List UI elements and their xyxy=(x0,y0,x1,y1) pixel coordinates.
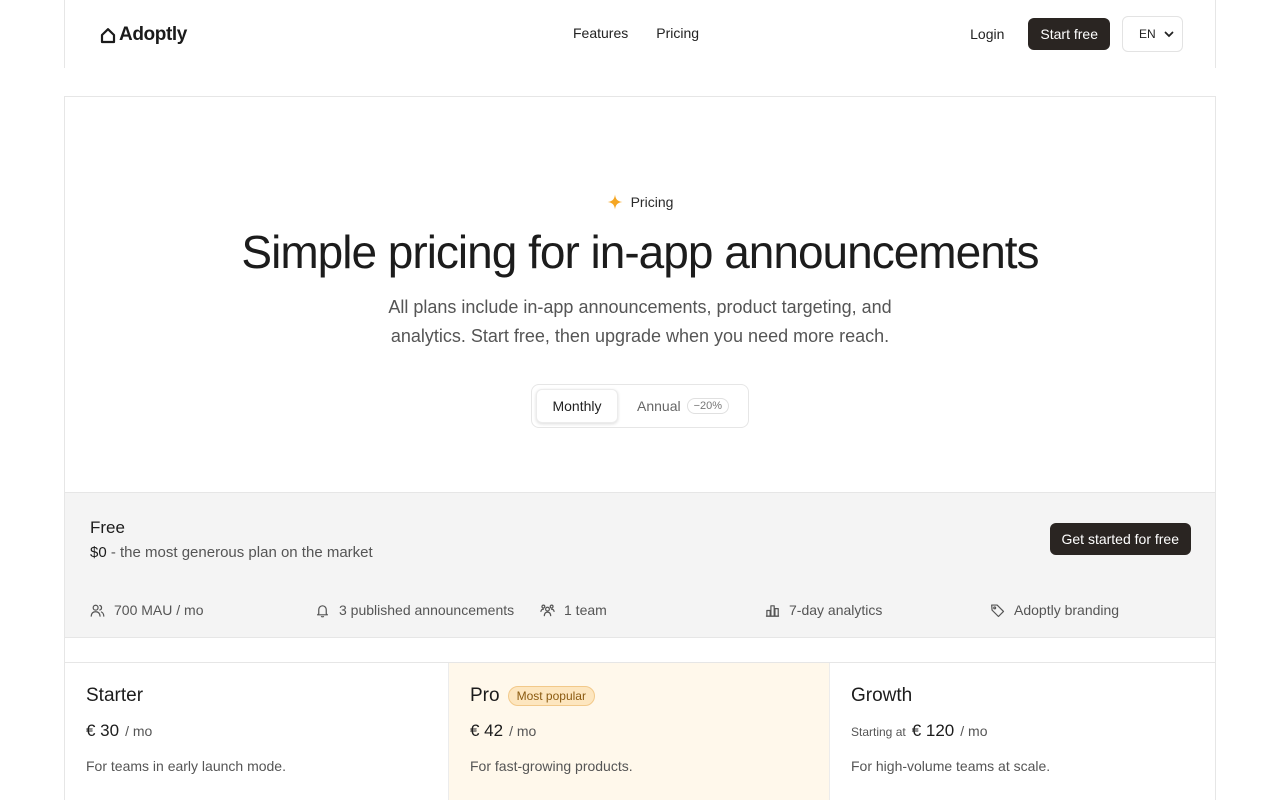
logo[interactable]: Adoptly xyxy=(100,24,187,46)
plan-description: For fast-growing products. xyxy=(470,758,633,774)
logo-text: Adoptly xyxy=(119,24,187,45)
bar-chart-icon xyxy=(765,604,780,617)
page-subtitle: All plans include in-app announcements, … xyxy=(388,297,892,346)
billing-annual-option[interactable]: Annual −20% xyxy=(637,389,730,423)
feature-item: 700 MAU / mo xyxy=(90,602,315,618)
free-plan-price: $0 xyxy=(90,544,107,561)
plan-price-amount: € 30 xyxy=(86,721,120,740)
plan-name: Starter xyxy=(86,685,143,707)
team-icon xyxy=(540,604,555,616)
discount-badge: −20% xyxy=(686,398,730,414)
billing-toggle: Monthly Annual −20% xyxy=(531,384,749,428)
nav-link-features[interactable]: Features xyxy=(573,25,628,41)
plan-description: For high-volume teams at scale. xyxy=(851,758,1051,774)
tag-icon xyxy=(991,603,1005,617)
eyebrow: Pricing xyxy=(65,194,1215,210)
page-title: Simple pricing for in-app announcements xyxy=(241,226,1039,278)
start-free-button[interactable]: Start free xyxy=(1028,18,1110,50)
feature-item: 1 team xyxy=(540,602,765,618)
nav-actions: Login Start free EN xyxy=(970,16,1183,52)
users-icon xyxy=(90,604,105,617)
pricing-panel: Pricing Simple pricing for in-app announ… xyxy=(64,96,1216,800)
feature-text: 7-day analytics xyxy=(789,602,883,618)
get-started-free-button[interactable]: Get started for free xyxy=(1049,523,1191,555)
plan-name-text: Pro xyxy=(470,685,500,706)
nav-link-pricing[interactable]: Pricing xyxy=(656,25,699,41)
plan-price-amount: € 42 xyxy=(470,721,504,740)
free-plan-features: 700 MAU / mo 3 published announcements 1… xyxy=(90,602,1215,618)
feature-text: 700 MAU / mo xyxy=(114,602,204,618)
nav-links: Features Pricing xyxy=(573,25,699,41)
plan-name-text: Starter xyxy=(86,685,144,706)
chevron-down-icon xyxy=(1164,31,1174,38)
plan-price-period: / mo xyxy=(960,723,988,739)
plan-price: € 42 / mo xyxy=(470,721,536,741)
top-nav: Adoptly Features Pricing Login Start fre… xyxy=(64,0,1216,68)
language-value: EN xyxy=(1139,27,1156,41)
plan-name-text: Growth xyxy=(851,685,913,706)
plan-price-period: / mo xyxy=(509,723,537,739)
bell-icon xyxy=(317,604,328,617)
feature-text: 1 team xyxy=(564,602,607,618)
language-select[interactable]: EN xyxy=(1122,16,1183,52)
plan-price-period: / mo xyxy=(125,723,153,739)
feature-item: 7-day analytics xyxy=(765,602,990,618)
free-plan-tagline: - the most generous plan on the market xyxy=(106,544,373,561)
billing-annual-label: Annual xyxy=(637,398,681,414)
most-popular-badge: Most popular xyxy=(507,686,595,706)
plan-card-pro: Pro Most popular € 42 / mo For fast-grow… xyxy=(448,663,830,800)
billing-monthly-option[interactable]: Monthly xyxy=(536,389,618,423)
plan-price-prefix: Starting at xyxy=(851,725,906,739)
login-link[interactable]: Login xyxy=(970,26,1004,42)
feature-text: 3 published announcements xyxy=(339,602,515,618)
eyebrow-label: Pricing xyxy=(630,194,674,210)
plan-price: € 30 / mo xyxy=(86,721,152,741)
plan-name: Growth xyxy=(851,685,912,707)
feature-text: Adoptly branding xyxy=(1014,602,1120,618)
free-plan-name: Free xyxy=(90,518,125,537)
logo-icon xyxy=(100,27,116,43)
plan-card-starter: Starter € 30 / mo For teams in early lau… xyxy=(65,663,448,800)
plan-price: Starting at € 120 / mo xyxy=(851,721,987,741)
plan-description: For teams in early launch mode. xyxy=(86,758,286,774)
plan-name: Pro Most popular xyxy=(470,685,595,707)
free-plan: Free $0 - the most generous plan on the … xyxy=(65,492,1215,638)
sparkle-icon xyxy=(607,194,623,210)
paid-plans: Starter € 30 / mo For teams in early lau… xyxy=(65,662,1215,800)
plan-card-growth: Growth Starting at € 120 / mo For high-v… xyxy=(830,663,1213,800)
feature-item: 3 published announcements xyxy=(315,602,540,618)
free-plan-price-line: $0 - the most generous plan on the marke… xyxy=(90,544,373,561)
plan-price-amount: € 120 xyxy=(911,721,955,740)
feature-item: Adoptly branding xyxy=(990,602,1215,618)
